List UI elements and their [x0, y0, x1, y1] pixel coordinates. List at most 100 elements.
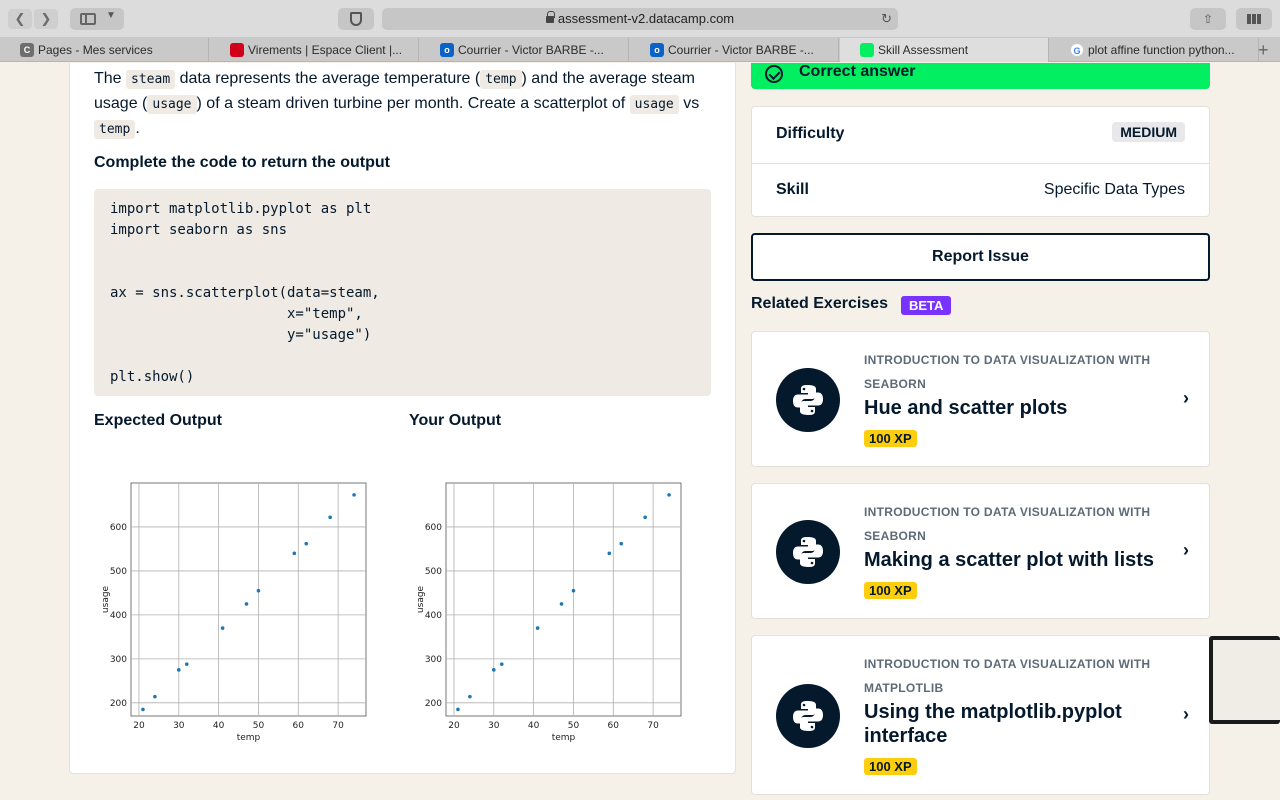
sidebar-toggle-button[interactable]: ▼: [70, 8, 124, 30]
privacy-button[interactable]: [338, 8, 374, 30]
report-issue-button[interactable]: Report Issue: [751, 233, 1210, 281]
y-tick-label: 200: [425, 699, 442, 709]
data-point: [607, 551, 612, 556]
tab-label: Pages - Mes services: [38, 43, 153, 57]
y-tick-label: 400: [425, 611, 442, 621]
python-logo-icon: [776, 368, 840, 432]
tab-overview-button[interactable]: [1236, 8, 1272, 30]
data-point: [667, 493, 671, 497]
grid-icon: [1247, 14, 1261, 24]
tab-pages-mes-services[interactable]: C Pages - Mes services: [0, 38, 209, 62]
data-point: [176, 668, 181, 672]
page-content: The steam data represents the average te…: [0, 63, 1280, 800]
chevron-right-icon: ›: [1183, 540, 1189, 560]
your-output-chart: 20 30 40 50 60 70 200 300 400 500 600 temp usage: [411, 473, 691, 748]
back-arrow-icon: ❮: [14, 11, 26, 26]
chevron-down-icon: ▼: [106, 10, 116, 21]
data-point: [352, 493, 356, 497]
chevron-right-icon: ›: [1183, 388, 1189, 408]
y-tick-label: 200: [110, 699, 127, 709]
back-button[interactable]: ❮: [8, 9, 32, 29]
data-point: [643, 515, 647, 520]
question-prompt: The steam data represents the average te…: [94, 67, 704, 142]
prompt-text: ) of a steam driven turbine per month. C…: [196, 95, 630, 112]
reload-icon[interactable]: ↻: [881, 8, 892, 30]
y-axis-label: usage: [416, 585, 426, 613]
y-tick-label: 500: [425, 567, 442, 577]
tab-courrier-2[interactable]: o Courrier - Victor BARBE -...: [630, 38, 839, 62]
address-bar[interactable]: assessment-v2.datacamp.com ↻: [382, 8, 898, 30]
tab-strip: C Pages - Mes services Virements | Espace…: [0, 38, 1280, 62]
difficulty-badge: MEDIUM: [1112, 122, 1185, 142]
skill-value: Specific Data Types: [1043, 181, 1185, 198]
data-point: [304, 541, 309, 546]
tab-courrier-1[interactable]: o Courrier - Victor BARBE -...: [420, 38, 629, 62]
expected-output-chart: 20 30 40 50 60 70 200 300 400 500 600 temp usage: [96, 473, 376, 748]
xp-badge: 100 XP: [864, 758, 917, 775]
forward-button[interactable]: ❯: [34, 9, 58, 29]
tab-label: Skill Assessment: [878, 43, 969, 57]
x-tick-label: 30: [173, 721, 185, 731]
data-point: [571, 588, 576, 593]
x-tick-label: 50: [568, 721, 580, 731]
chevron-right-icon: ›: [1183, 704, 1189, 724]
exercise-title: Using the matplotlib.pyplot interface: [864, 701, 1122, 747]
tab-label: Courrier - Victor BARBE -...: [668, 43, 814, 57]
data-point: [499, 662, 504, 666]
your-output-label: Your Output: [409, 412, 502, 429]
expected-output-label: Expected Output: [94, 412, 223, 429]
related-exercise-card[interactable]: INTRODUCTION TO DATA VISUALIZATION WITH …: [751, 331, 1210, 467]
result-text: Correct answer: [799, 63, 916, 80]
x-tick-label: 40: [528, 721, 540, 731]
exercise-title: Making a scatter plot with lists: [864, 549, 1155, 571]
data-point: [184, 662, 189, 666]
scatter-plot: 20 30 40 50 60 70 200 300 400 500 600 temp usage: [416, 482, 682, 743]
x-tick-label: 60: [293, 721, 305, 731]
x-tick-label: 60: [608, 721, 620, 731]
prompt-text: .: [135, 120, 140, 137]
tab-label: plot affine function python...: [1088, 43, 1235, 57]
share-icon: ⇧: [1202, 12, 1214, 26]
xp-badge: 100 XP: [864, 582, 917, 599]
data-point: [244, 602, 249, 606]
y-tick-label: 300: [110, 655, 127, 665]
tab-label: Courrier - Victor BARBE -...: [458, 43, 604, 57]
inline-code: temp: [94, 120, 136, 139]
tab-plot-affine[interactable]: Gplot affine function python...: [1050, 38, 1259, 62]
related-exercise-card[interactable]: INTRODUCTION TO DATA VISUALIZATION WITH …: [751, 635, 1210, 795]
code-block: import matplotlib.pyplot as plt import s…: [94, 189, 711, 396]
tab-favicon-icon: o: [650, 43, 664, 57]
screenshot-thumbnail[interactable]: [1209, 636, 1280, 724]
y-tick-label: 600: [425, 523, 442, 533]
forward-arrow-icon: ❯: [40, 11, 52, 26]
x-tick-label: 20: [133, 721, 145, 731]
url-text: assessment-v2.datacamp.com: [557, 11, 735, 26]
x-axis-label: temp: [237, 733, 261, 743]
beta-badge: BETA: [901, 296, 952, 315]
data-point: [141, 707, 145, 712]
tab-favicon-icon: [230, 43, 244, 57]
complete-code-label: Complete the code to return the output: [94, 154, 390, 171]
shield-icon: [350, 12, 362, 26]
y-tick-label: 500: [110, 567, 127, 577]
exercise-course: INTRODUCTION TO DATA VISUALIZATION WITH …: [864, 657, 1151, 695]
tab-favicon-icon: C: [20, 43, 34, 57]
exercise-title: Hue and scatter plots: [864, 397, 1068, 419]
check-circle-icon: [765, 65, 783, 83]
skill-row: Skill Specific Data Types: [776, 163, 1185, 219]
new-tab-button[interactable]: +: [1258, 38, 1269, 62]
difficulty-label: Difficulty: [776, 125, 845, 142]
tab-virements[interactable]: Virements | Espace Client |...: [210, 38, 419, 62]
tab-skill-assessment[interactable]: Skill Assessment: [840, 38, 1049, 62]
related-exercise-card[interactable]: INTRODUCTION TO DATA VISUALIZATION WITH …: [751, 483, 1210, 619]
tab-label: Virements | Espace Client |...: [248, 43, 403, 57]
share-button[interactable]: ⇧: [1190, 8, 1226, 30]
xp-badge: 100 XP: [864, 430, 917, 447]
inline-code: steam: [126, 70, 176, 89]
x-tick-label: 50: [253, 721, 265, 731]
data-point: [456, 707, 460, 712]
prompt-text: The: [94, 70, 127, 87]
x-tick-label: 20: [448, 721, 460, 731]
y-axis-label: usage: [101, 585, 111, 613]
data-point: [292, 551, 297, 556]
